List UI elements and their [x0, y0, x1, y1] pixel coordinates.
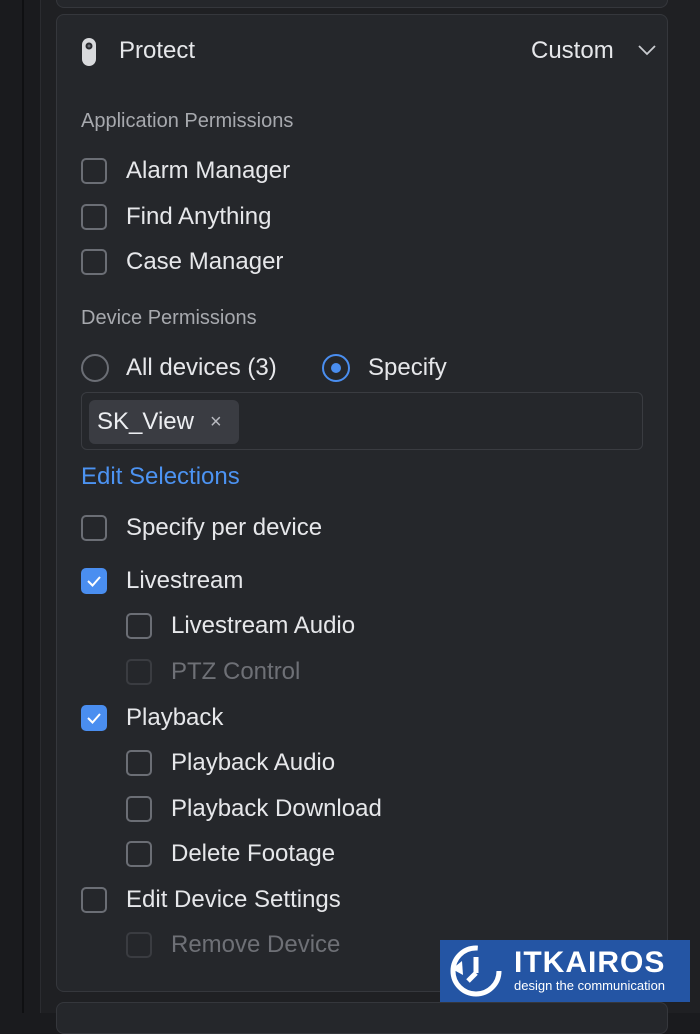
livestream-audio-option[interactable]: Livestream Audio: [126, 610, 355, 642]
checkbox[interactable]: [126, 841, 152, 867]
checkbox: [126, 932, 152, 958]
radio-button[interactable]: [81, 354, 109, 382]
checkbox[interactable]: [81, 887, 107, 913]
option-label: Playback Download: [171, 795, 382, 822]
option-label: All devices (3): [126, 354, 277, 381]
ptz-control-option: PTZ Control: [126, 656, 300, 688]
option-label: Specify per device: [126, 514, 323, 541]
checkbox[interactable]: [81, 705, 107, 731]
checkbox[interactable]: [81, 158, 107, 184]
checkbox[interactable]: [126, 750, 152, 776]
radio-button[interactable]: [322, 354, 350, 382]
find-anything-option[interactable]: Find Anything: [81, 201, 271, 233]
protect-permissions-card: Protect Custom Application Permissions A…: [56, 14, 668, 992]
playback-audio-option[interactable]: Playback Audio: [126, 747, 335, 779]
specify-per-device-option[interactable]: Specify per device: [81, 512, 322, 544]
option-label: Specify: [368, 354, 447, 381]
livestream-option[interactable]: Livestream: [81, 565, 243, 597]
checkbox[interactable]: [81, 568, 107, 594]
watermark-title: ITKAIROS: [514, 946, 666, 979]
remove-device-option: Remove Device: [126, 929, 340, 961]
remove-tag-icon[interactable]: ×: [210, 411, 222, 434]
option-label: PTZ Control: [171, 658, 301, 685]
outer-divider: [22, 0, 24, 1013]
option-label: Remove Device: [171, 931, 341, 958]
next-app-card: [56, 1002, 668, 1034]
case-manager-option[interactable]: Case Manager: [81, 246, 283, 278]
checkbox[interactable]: [81, 204, 107, 230]
chevron-down-icon[interactable]: [637, 43, 657, 57]
playback-download-option[interactable]: Playback Download: [126, 793, 382, 825]
selected-devices-field[interactable]: SK_View ×: [81, 392, 643, 450]
permission-mode-value[interactable]: Custom: [531, 37, 614, 65]
device-tag: SK_View ×: [89, 400, 239, 444]
option-label: Playback Audio: [171, 749, 336, 776]
delete-footage-option[interactable]: Delete Footage: [126, 838, 335, 870]
edit-selections-link[interactable]: Edit Selections: [81, 463, 240, 491]
checkbox[interactable]: [81, 515, 107, 541]
option-label: Livestream Audio: [171, 612, 356, 639]
check-icon: [87, 576, 101, 587]
card-header[interactable]: Protect Custom: [57, 15, 667, 87]
watermark-subtitle: design the communication: [514, 978, 666, 993]
alarm-manager-option[interactable]: Alarm Manager: [81, 155, 290, 187]
previous-app-card: [56, 0, 668, 8]
checkbox[interactable]: [126, 796, 152, 822]
option-label: Case Manager: [126, 248, 284, 275]
checkbox[interactable]: [81, 249, 107, 275]
watermark-logo: ITKAIROS design the communication: [440, 940, 690, 1002]
camera-device-icon: [82, 38, 96, 66]
device-tag-label: SK_View: [97, 408, 194, 435]
checkbox: [126, 659, 152, 685]
app-name: Protect: [119, 37, 196, 64]
watermark-text: ITKAIROS design the communication: [514, 948, 665, 994]
application-permissions-heading: Application Permissions: [81, 110, 294, 132]
option-label: Find Anything: [126, 203, 272, 230]
option-label: Playback: [126, 704, 224, 731]
itkairos-clock-icon: [450, 945, 502, 997]
check-icon: [87, 713, 101, 724]
option-label: Alarm Manager: [126, 157, 291, 184]
option-label: Delete Footage: [171, 840, 336, 867]
device-permissions-heading: Device Permissions: [81, 307, 257, 329]
edit-device-settings-option[interactable]: Edit Device Settings: [81, 884, 341, 916]
playback-option[interactable]: Playback: [81, 702, 223, 734]
checkbox[interactable]: [126, 613, 152, 639]
all-devices-radio-option[interactable]: All devices (3): [81, 352, 277, 384]
option-label: Livestream: [126, 567, 244, 594]
specify-radio-option[interactable]: Specify: [322, 352, 447, 384]
option-label: Edit Device Settings: [126, 886, 341, 913]
